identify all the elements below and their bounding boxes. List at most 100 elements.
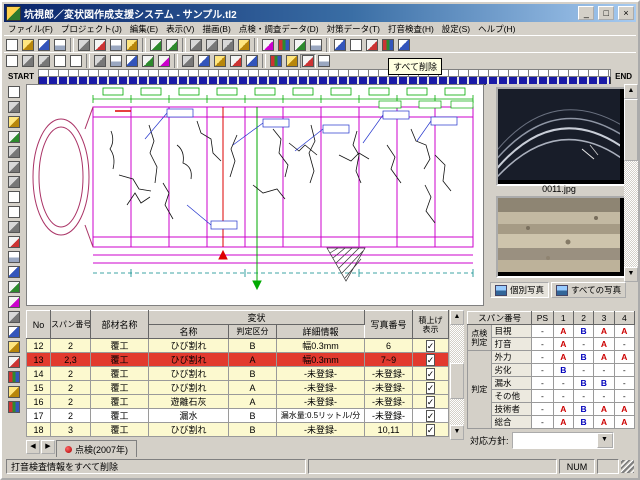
- leader-tool-icon[interactable]: [124, 54, 140, 69]
- menu-project[interactable]: プロジェクト(J): [57, 23, 126, 35]
- palette-icon[interactable]: [380, 37, 396, 52]
- text-tool-icon[interactable]: [5, 249, 23, 264]
- menu-hammer-test[interactable]: 打音検査(H): [384, 23, 438, 35]
- arc-tool-icon[interactable]: [92, 54, 108, 69]
- new-file-icon[interactable]: [4, 37, 20, 52]
- col-damage-name[interactable]: 名称: [149, 325, 229, 339]
- ellipse-tool-icon[interactable]: [5, 204, 23, 219]
- resize-grip[interactable]: [621, 460, 634, 473]
- menu-draw[interactable]: 描画(B): [198, 23, 234, 35]
- col-stack[interactable]: 積上げ 表示: [413, 311, 449, 339]
- line-tool-icon[interactable]: [20, 54, 36, 69]
- maximize-button[interactable]: □: [598, 6, 614, 20]
- col-no[interactable]: No: [27, 311, 51, 339]
- redo-icon[interactable]: [164, 37, 180, 52]
- photo-register-icon[interactable]: [244, 54, 260, 69]
- scroll-down-icon[interactable]: ▼: [624, 267, 638, 282]
- measure-icon[interactable]: [292, 37, 308, 52]
- table-row[interactable]: 142覆工 ひび割れB-未登録- -未登録-: [27, 367, 449, 381]
- menu-help[interactable]: ヘルプ(H): [474, 23, 519, 35]
- table-row-selected[interactable]: 132,3覆工 ひび割れA幅0.3mm 7~9: [27, 353, 449, 367]
- stack-checkbox[interactable]: [426, 382, 436, 394]
- scroll-up-icon[interactable]: ▲: [450, 310, 464, 325]
- delete-all-icon[interactable]: [300, 54, 316, 69]
- pan-icon[interactable]: [236, 37, 252, 52]
- point-tool-icon[interactable]: [5, 234, 23, 249]
- measure-tool-icon[interactable]: [5, 129, 23, 144]
- stack-checkbox[interactable]: [426, 396, 436, 408]
- scroll-track[interactable]: [624, 99, 638, 267]
- drawing-canvas[interactable]: [26, 84, 484, 306]
- menu-edit[interactable]: 編集(E): [126, 23, 162, 35]
- col-member[interactable]: 部材名称: [91, 311, 149, 339]
- scroll-down-icon[interactable]: ▼: [450, 425, 464, 440]
- span-ruler[interactable]: [38, 69, 611, 84]
- copy-icon[interactable]: [108, 37, 124, 52]
- leak-tool-icon[interactable]: [196, 54, 212, 69]
- stack-checkbox[interactable]: [426, 354, 436, 366]
- photo-scrollbar[interactable]: ▲ ▼: [624, 84, 638, 278]
- preview-icon[interactable]: [76, 37, 92, 52]
- col-grade[interactable]: 判定区分: [229, 325, 277, 339]
- crack-tool-icon[interactable]: [180, 54, 196, 69]
- col-damage-group[interactable]: 変状: [149, 311, 365, 325]
- freehand-tool-icon[interactable]: [5, 174, 23, 189]
- dimension-tool-icon[interactable]: [5, 279, 23, 294]
- stack-checkbox[interactable]: [426, 368, 436, 380]
- individual-photo-button[interactable]: 個別写真: [490, 282, 549, 298]
- grid-icon[interactable]: [260, 37, 276, 52]
- menu-inspection-data[interactable]: 点検・調査データ(D): [235, 23, 323, 35]
- polyline-tool-icon[interactable]: [5, 159, 23, 174]
- undo-icon[interactable]: [148, 37, 164, 52]
- leader-tool-icon[interactable]: [5, 264, 23, 279]
- camera-icon[interactable]: [332, 37, 348, 52]
- table-row[interactable]: 122覆工 ひび割れB幅0.3mm 6: [27, 339, 449, 353]
- free-lime-tool-icon[interactable]: [5, 339, 23, 354]
- stamp-tool-icon[interactable]: [228, 54, 244, 69]
- properties-icon[interactable]: [308, 37, 324, 52]
- tab-scroll-left-icon[interactable]: ◀: [26, 440, 40, 454]
- col-span[interactable]: スパン番号: [51, 311, 91, 339]
- line-tool-icon[interactable]: [5, 144, 23, 159]
- select-tool-icon[interactable]: [5, 84, 23, 99]
- dimension-tool-icon[interactable]: [140, 54, 156, 69]
- print-icon[interactable]: [52, 37, 68, 52]
- hatch-tool-icon[interactable]: [156, 54, 172, 69]
- crack-tool-icon[interactable]: [5, 309, 23, 324]
- save-icon[interactable]: [36, 37, 52, 52]
- close-button[interactable]: ×: [618, 6, 634, 20]
- text-tool-icon[interactable]: [108, 54, 124, 69]
- table-row[interactable]: 183覆工 ひび割れB-未登録- 10,11: [27, 423, 449, 437]
- tab-scroll-right-icon[interactable]: ▶: [41, 440, 55, 454]
- free-lime-tool-icon[interactable]: [212, 54, 228, 69]
- zoom-tool-icon[interactable]: [5, 99, 23, 114]
- minimize-button[interactable]: _: [578, 6, 594, 20]
- pan-tool-icon[interactable]: [5, 114, 23, 129]
- rect-tool-icon[interactable]: [5, 189, 23, 204]
- zoom-out-icon[interactable]: [204, 37, 220, 52]
- paste-icon[interactable]: [124, 37, 140, 52]
- menu-view[interactable]: 表示(V): [162, 23, 198, 35]
- tab-inspection-2007[interactable]: 点検(2007年): [56, 440, 137, 458]
- zoom-in-icon[interactable]: [188, 37, 204, 52]
- scroll-thumb[interactable]: [624, 99, 638, 161]
- symbol-tool-icon[interactable]: [5, 354, 23, 369]
- layers-icon[interactable]: [276, 37, 292, 52]
- hatch-tool-icon[interactable]: [5, 294, 23, 309]
- stack-checkbox[interactable]: [426, 340, 436, 352]
- table-scrollbar[interactable]: ▲ ▼: [450, 310, 464, 436]
- color-set-icon[interactable]: [268, 54, 284, 69]
- table-row[interactable]: 152覆工 ひび割れA-未登録- -未登録-: [27, 381, 449, 395]
- polyline-tool-icon[interactable]: [36, 54, 52, 69]
- data-table-icon[interactable]: [348, 37, 364, 52]
- photo-thumbnail-large[interactable]: [496, 87, 626, 186]
- rect-tool-icon[interactable]: [52, 54, 68, 69]
- menu-settings[interactable]: 設定(S): [438, 23, 474, 35]
- menu-file[interactable]: ファイル(F): [4, 23, 57, 35]
- arc-tool-icon[interactable]: [5, 219, 23, 234]
- scroll-up-icon[interactable]: ▲: [624, 84, 638, 99]
- open-icon[interactable]: [20, 37, 36, 52]
- col-detail[interactable]: 詳細情報: [277, 325, 365, 339]
- policy-select[interactable]: ▼: [512, 432, 614, 449]
- leak-tool-icon[interactable]: [5, 324, 23, 339]
